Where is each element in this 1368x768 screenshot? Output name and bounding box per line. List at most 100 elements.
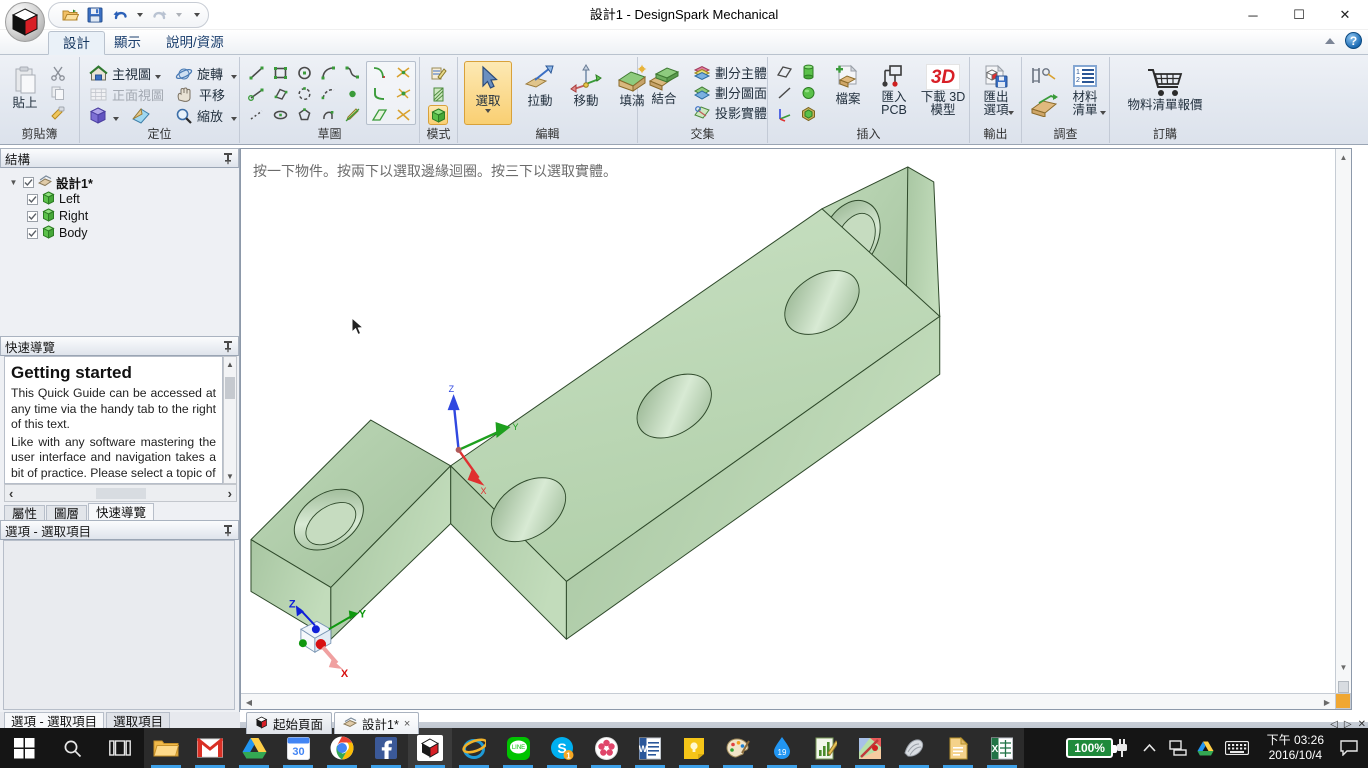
close-icon[interactable]: ×	[404, 718, 410, 730]
save-icon[interactable]	[84, 4, 106, 26]
design-viewport[interactable]: 按一下物件。按兩下以選取邊緣迴圈。按三下以選取實體。 Z Y X Z Y X ▲…	[240, 148, 1352, 710]
dashed-line-tool-icon[interactable]	[246, 105, 266, 125]
select-dropdown-icon[interactable]	[485, 109, 491, 113]
offset-tool-icon[interactable]	[369, 105, 389, 125]
start-button[interactable]	[0, 728, 48, 768]
search-icon[interactable]	[48, 728, 96, 768]
bom-dropdown-icon[interactable]	[1100, 111, 1106, 115]
maximize-button[interactable]: ☐	[1276, 0, 1322, 30]
cut-button[interactable]	[48, 63, 68, 83]
sweep-arc-tool-icon[interactable]	[318, 84, 338, 104]
project-tool-icon[interactable]	[393, 84, 413, 104]
three-point-arc-tool-icon[interactable]	[294, 84, 314, 104]
move-button[interactable]: 移動	[564, 61, 608, 121]
document-icon[interactable]	[936, 728, 980, 768]
spin-dropdown-icon[interactable]	[228, 67, 239, 87]
tab-display[interactable]: 顯示	[100, 31, 155, 55]
split-face-button[interactable]: 劃分圖面	[690, 82, 770, 103]
minimize-button[interactable]: ─	[1230, 0, 1276, 30]
plan-view-button[interactable]	[128, 105, 154, 126]
undo-icon[interactable]	[109, 4, 131, 26]
skype-icon[interactable]: S1	[540, 728, 584, 768]
chart-editor-icon[interactable]	[804, 728, 848, 768]
tree-node-body[interactable]: Body	[4, 224, 235, 241]
point-tool-icon[interactable]	[342, 84, 362, 104]
line-icon[interactable]: LINE	[496, 728, 540, 768]
sketch-mode-icon[interactable]	[428, 63, 448, 83]
chrome-icon[interactable]	[320, 728, 364, 768]
document-tab-design1[interactable]: 設計1* ×	[334, 712, 420, 734]
tree-checkbox[interactable]	[23, 176, 34, 188]
pin-icon[interactable]	[222, 340, 234, 353]
water-app-icon[interactable]: 19	[760, 728, 804, 768]
tree-checkbox[interactable]	[27, 193, 38, 205]
internet-explorer-icon[interactable]	[452, 728, 496, 768]
help-icon[interactable]: ?	[1345, 32, 1362, 49]
google-drive-icon[interactable]	[232, 728, 276, 768]
network-icon[interactable]	[1165, 728, 1191, 768]
open-icon[interactable]	[59, 4, 81, 26]
tree-checkbox[interactable]	[27, 227, 38, 239]
keyboard-icon[interactable]	[1221, 728, 1253, 768]
application-menu-button[interactable]	[5, 2, 45, 42]
viewport-resize-corner[interactable]	[1335, 693, 1351, 709]
scroll-left-icon[interactable]: ◀	[241, 694, 257, 710]
paint-icon[interactable]	[716, 728, 760, 768]
vertical-scrollbar-thumb[interactable]	[1338, 681, 1349, 693]
undo-dropdown-icon[interactable]	[134, 5, 145, 25]
redo-dropdown-icon[interactable]	[173, 5, 184, 25]
tab-help-resources[interactable]: 說明/資源	[152, 31, 238, 55]
pin-icon[interactable]	[222, 152, 234, 165]
fillet-tool-icon[interactable]	[369, 84, 389, 104]
excel-icon[interactable]: X	[980, 728, 1024, 768]
battery-icon[interactable]: 100%	[1066, 728, 1117, 768]
pin-icon[interactable]	[222, 524, 234, 537]
sphere-icon[interactable]	[798, 83, 818, 103]
tangent-arc-tool-icon[interactable]	[318, 63, 338, 83]
polygon-tool-icon[interactable]	[294, 105, 314, 125]
line-tool-icon[interactable]	[246, 63, 266, 83]
pan-button[interactable]: 平移	[172, 84, 228, 105]
home-view-button[interactable]: 主視圖	[86, 63, 154, 84]
ellipse-tool-icon[interactable]	[270, 105, 290, 125]
redo-icon[interactable]	[148, 4, 170, 26]
tree-expand-icon[interactable]: ▼	[8, 178, 19, 187]
import-pcb-button[interactable]: 匯入 PCB	[872, 61, 916, 123]
corner-arc-tool-icon[interactable]	[318, 105, 338, 125]
measure-button[interactable]	[1026, 63, 1062, 89]
notification-center-icon[interactable]	[1334, 728, 1364, 768]
download-3d-model-button[interactable]: 3D 下載 3D 模型	[918, 61, 968, 123]
minimize-ribbon-icon[interactable]	[1325, 37, 1335, 44]
sketch-app-icon[interactable]	[892, 728, 936, 768]
spline-tool-icon[interactable]	[342, 63, 362, 83]
paste-button[interactable]: 貼上	[5, 63, 45, 121]
notes-icon[interactable]	[672, 728, 716, 768]
scroll-up-icon[interactable]: ▲	[224, 357, 236, 371]
axis-icon[interactable]	[774, 83, 794, 103]
insert-file-button[interactable]: 檔案	[826, 61, 870, 123]
section-mode-icon[interactable]	[428, 84, 448, 104]
copy-button[interactable]	[48, 83, 68, 103]
tree-node-left[interactable]: Left	[4, 190, 235, 207]
google-drive-tray-icon[interactable]	[1193, 728, 1219, 768]
tree-node-design[interactable]: ▼ 設計1*	[4, 174, 235, 191]
color-picker-icon[interactable]	[848, 728, 892, 768]
mass-properties-button[interactable]	[1026, 91, 1062, 119]
word-icon[interactable]: W	[628, 728, 672, 768]
scroll-down-icon[interactable]: ▼	[224, 469, 236, 483]
break-tool-icon[interactable]	[393, 105, 413, 125]
viewport-vertical-scrollbar[interactable]: ▲ ▼	[1335, 149, 1351, 693]
project-body-button[interactable]: 投影實體	[690, 102, 770, 123]
rectangle-tool-icon[interactable]	[270, 63, 290, 83]
tree-node-right[interactable]: Right	[4, 207, 235, 224]
cylinder-icon[interactable]	[798, 62, 818, 82]
split-body-button[interactable]: 劃分主體	[690, 62, 770, 83]
select-button[interactable]: 選取	[464, 61, 512, 125]
origin-icon[interactable]	[774, 104, 794, 124]
quick-guide-scrollbar[interactable]: ▲ ▼	[223, 356, 237, 484]
combine-button[interactable]: 結合	[642, 61, 686, 123]
scroll-right-icon[interactable]: ▶	[1319, 694, 1335, 710]
component-icon[interactable]	[798, 104, 818, 124]
quick-guide-next-button[interactable]: ›	[228, 486, 232, 501]
angle-bracket-3d-model[interactable]: Z Y X Z Y X	[241, 149, 1351, 709]
